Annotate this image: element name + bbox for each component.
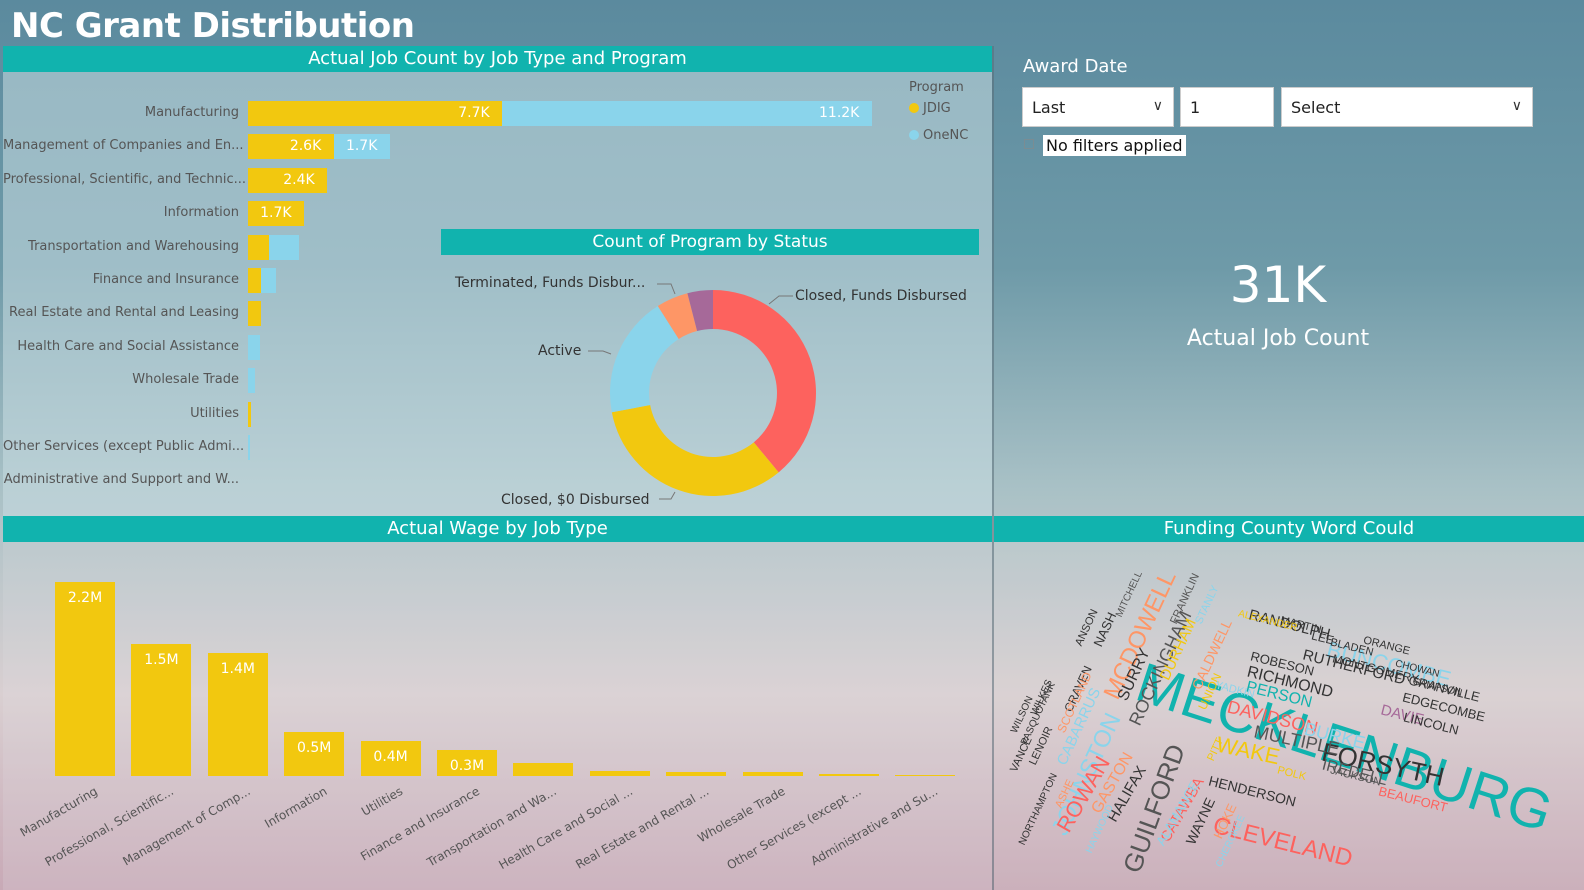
wage-bar[interactable] <box>55 582 115 776</box>
word-cloud-panel[interactable]: Funding County Word Could MECKLENBURG GUI… <box>994 516 1584 890</box>
wage-category-label: Professional, Scientific... <box>43 784 177 870</box>
wage-bar[interactable] <box>895 775 956 776</box>
county-word[interactable]: STANLY <box>1193 584 1221 626</box>
wage-category-label: Utilities <box>359 784 406 819</box>
status-leader-lines <box>588 283 793 500</box>
job-count-panel[interactable]: Actual Job Count by Job Type and Program… <box>3 46 992 516</box>
slicer-kpi-panel: Award Date Last ∨ 1 Select ∨ No filters … <box>994 46 1584 516</box>
wage-value-label: 2.2M <box>67 590 103 606</box>
wage-header: Actual Wage by Job Type <box>3 516 992 542</box>
wage-category-label: Real Estate and Rental ... <box>573 784 712 872</box>
kpi-label: Actual Job Count <box>1186 326 1370 351</box>
period-unit-value: Select <box>1291 98 1341 117</box>
wage-value-label: 1.5M <box>144 651 179 668</box>
period-value: Last <box>1032 98 1066 117</box>
filter-icon <box>1024 139 1034 149</box>
wage-category-label: Transportation and Wa... <box>424 784 559 870</box>
period-count-value: 1 <box>1190 98 1201 117</box>
county-word[interactable]: NORTHAMPTON <box>1017 772 1060 847</box>
wage-category-label: Management of Comp... <box>120 784 253 869</box>
page-title: NC Grant Distribution <box>11 6 415 46</box>
wage-bar[interactable] <box>666 771 727 776</box>
wage-panel[interactable]: Actual Wage by Job Type 2.2M Manufacturin… <box>3 516 992 890</box>
period-count-input[interactable]: 1 <box>1180 87 1274 127</box>
vertical-divider <box>992 46 994 890</box>
filter-status: No filters applied <box>1043 135 1186 156</box>
wage-bar[interactable] <box>819 774 879 776</box>
wage-bar[interactable] <box>742 772 803 776</box>
word-cloud-header: Funding County Word Could <box>994 516 1584 542</box>
kpi-value: 31K <box>1229 256 1327 314</box>
chevron-down-icon: ∨ <box>1511 98 1522 114</box>
wage-value-label: 0.3M <box>449 757 485 774</box>
wage-category-label: Other Services (except ... <box>724 784 864 873</box>
wage-category-label: Information <box>262 784 330 831</box>
wage-bar[interactable] <box>513 762 574 776</box>
wage-category-label: Administrative and Su... <box>808 784 941 869</box>
period-unit-dropdown[interactable]: Select ∨ <box>1281 87 1533 127</box>
wage-bar[interactable] <box>589 770 650 776</box>
wage-value-label: 0.5M <box>297 739 332 756</box>
award-date-label: Award Date <box>1023 56 1128 77</box>
period-dropdown[interactable]: Last ∨ <box>1022 87 1174 127</box>
wage-value-label: 1.4M <box>220 660 255 677</box>
chevron-down-icon: ∨ <box>1152 98 1163 114</box>
wage-value-label: 0.4M <box>373 748 408 765</box>
wage-category-label: Health Care and Social ... <box>496 784 635 873</box>
